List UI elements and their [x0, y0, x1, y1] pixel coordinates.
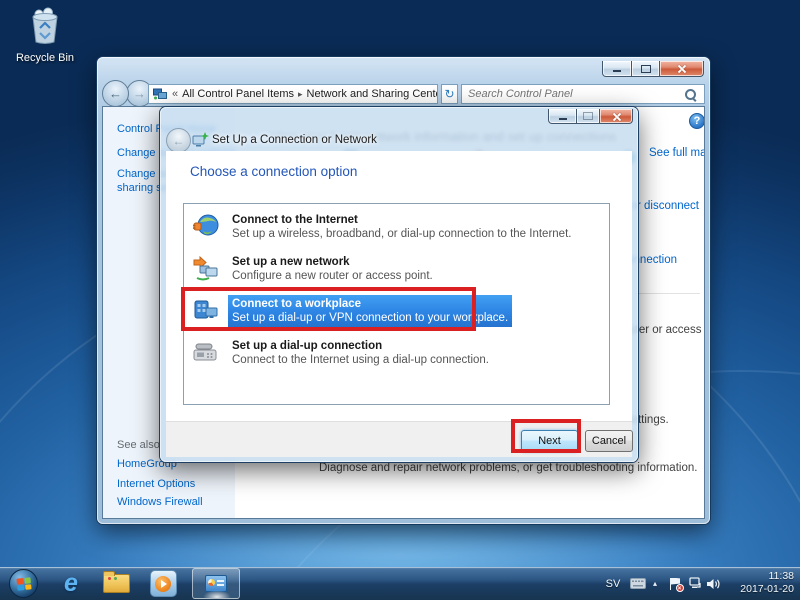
option-title: Set up a new network	[232, 256, 350, 268]
volume-button[interactable]	[704, 567, 722, 600]
dialog-content: Choose a connection option Connect to th…	[166, 151, 632, 421]
dialog-footer: Next Cancel	[166, 421, 633, 457]
keyboard-icon[interactable]	[628, 567, 648, 600]
minimize-icon	[558, 117, 567, 120]
speaker-icon	[707, 578, 720, 589]
maximize-button[interactable]	[632, 61, 659, 77]
network-places-icon	[153, 88, 167, 100]
option-description: Configure a new router or access point.	[232, 270, 433, 282]
media-player-button[interactable]	[146, 568, 180, 599]
search-icon	[685, 88, 696, 100]
internet-explorer-button[interactable]: e	[55, 568, 87, 599]
clock[interactable]: 11:38 2017-01-20	[730, 570, 794, 596]
breadcrumb-overflow-chevron[interactable]: «	[172, 88, 178, 100]
search-box	[461, 84, 705, 104]
dialog-minimize-button[interactable]	[548, 109, 577, 124]
minimize-icon	[613, 70, 621, 72]
search-input[interactable]	[462, 88, 685, 100]
internet-explorer-icon: e	[64, 569, 78, 597]
desktop: Recycle Bin ← → « All Control Panel Item…	[0, 0, 800, 600]
recycle-bin-label: Recycle Bin	[15, 52, 75, 64]
action-center-flag-icon: ×	[669, 577, 684, 592]
workplace-icon	[194, 300, 218, 319]
network-status-icon	[688, 577, 701, 588]
dialup-modem-icon	[193, 343, 217, 361]
refresh-icon: ↻	[444, 87, 455, 101]
control-panel-icon	[205, 575, 227, 592]
option-title: Connect to a workplace	[232, 298, 362, 310]
option-set-up-new-network[interactable]: Set up a new network Configure a new rou…	[193, 253, 603, 293]
start-button[interactable]	[9, 569, 38, 598]
back-button[interactable]: ←	[102, 80, 129, 107]
sidebar-item-internet-options[interactable]: Internet Options	[117, 478, 195, 490]
folder-icon	[102, 571, 130, 593]
breadcrumb-separator-icon: ▸	[298, 88, 303, 99]
windows-explorer-button[interactable]	[99, 568, 133, 599]
dialog-caption-buttons	[548, 109, 633, 124]
breadcrumb-item-network-sharing-center[interactable]: Network and Sharing Center	[306, 88, 437, 100]
sidebar-item-windows-firewall[interactable]: Windows Firewall	[117, 496, 203, 508]
option-connect-to-workplace[interactable]: Connect to a workplace Set up a dial-up …	[193, 295, 603, 335]
close-icon	[612, 112, 621, 121]
dialog-back-button[interactable]: ←	[166, 128, 191, 153]
dialog-title: Set Up a Connection or Network	[212, 134, 377, 146]
close-button[interactable]	[659, 61, 704, 77]
setup-connection-dialog: ← Set Up a Connection or Network Choose …	[160, 107, 638, 462]
recycle-bin[interactable]: Recycle Bin	[6, 6, 84, 64]
dialog-maximize-button	[577, 109, 599, 124]
see-also-heading: See also	[117, 439, 160, 451]
option-title: Set up a dial-up connection	[232, 340, 383, 352]
option-set-up-dialup[interactable]: Set up a dial-up connection Connect to t…	[193, 337, 603, 377]
troubleshoot-text: Diagnose and repair network problems, or…	[319, 462, 698, 474]
refresh-button[interactable]: ↻	[441, 84, 458, 104]
media-player-icon	[149, 570, 177, 597]
help-icon: ?	[693, 115, 701, 127]
new-network-icon	[193, 255, 218, 281]
maximize-icon	[640, 64, 651, 73]
network-status-button[interactable]	[686, 567, 704, 600]
wizard-icon	[192, 132, 209, 147]
option-description: Connect to the Internet using a dial-up …	[232, 354, 490, 366]
control-panel-task-button[interactable]	[192, 568, 240, 599]
back-arrow-icon: ←	[109, 86, 122, 101]
option-connect-to-internet[interactable]: Connect to the Internet Set up a wireles…	[193, 211, 603, 251]
show-hidden-icons-button[interactable]: ▴	[648, 567, 662, 600]
clock-date: 2017-01-20	[740, 583, 794, 595]
clock-time: 11:38	[768, 570, 795, 582]
window-caption-buttons	[602, 61, 704, 77]
next-button[interactable]: Next	[521, 430, 578, 452]
taskbar: e SV ▴ × 11:38 2017-01-20	[0, 567, 800, 600]
breadcrumb-item-all-control-panel-items[interactable]: All Control Panel Items	[181, 88, 295, 100]
back-arrow-icon: ←	[172, 133, 185, 148]
address-bar[interactable]: « All Control Panel Items ▸ Network and …	[148, 84, 438, 104]
see-full-map-link[interactable]: See full map	[649, 147, 704, 159]
dialog-heading: Choose a connection option	[190, 164, 358, 179]
option-description: Set up a dial-up or VPN connection to yo…	[232, 312, 509, 324]
option-description: Set up a wireless, broadband, or dial-up…	[232, 228, 572, 240]
error-badge-icon: ×	[675, 583, 684, 592]
internet-globe-icon	[193, 214, 219, 236]
recycle-bin-icon	[32, 7, 58, 44]
forward-arrow-icon: →	[133, 86, 146, 101]
connection-options-list: Connect to the Internet Set up a wireles…	[183, 203, 610, 405]
language-indicator[interactable]: SV	[602, 567, 624, 600]
windows-logo-icon	[15, 576, 32, 591]
option-title: Connect to the Internet	[232, 214, 358, 226]
close-icon	[677, 64, 686, 73]
action-center-button[interactable]: ×	[666, 567, 684, 600]
chevron-up-icon: ▴	[652, 579, 657, 588]
dialog-close-button[interactable]	[599, 109, 633, 124]
minimize-button[interactable]	[602, 61, 632, 77]
maximize-icon	[583, 112, 593, 120]
cancel-button[interactable]: Cancel	[585, 430, 633, 452]
help-button[interactable]: ?	[689, 113, 704, 129]
